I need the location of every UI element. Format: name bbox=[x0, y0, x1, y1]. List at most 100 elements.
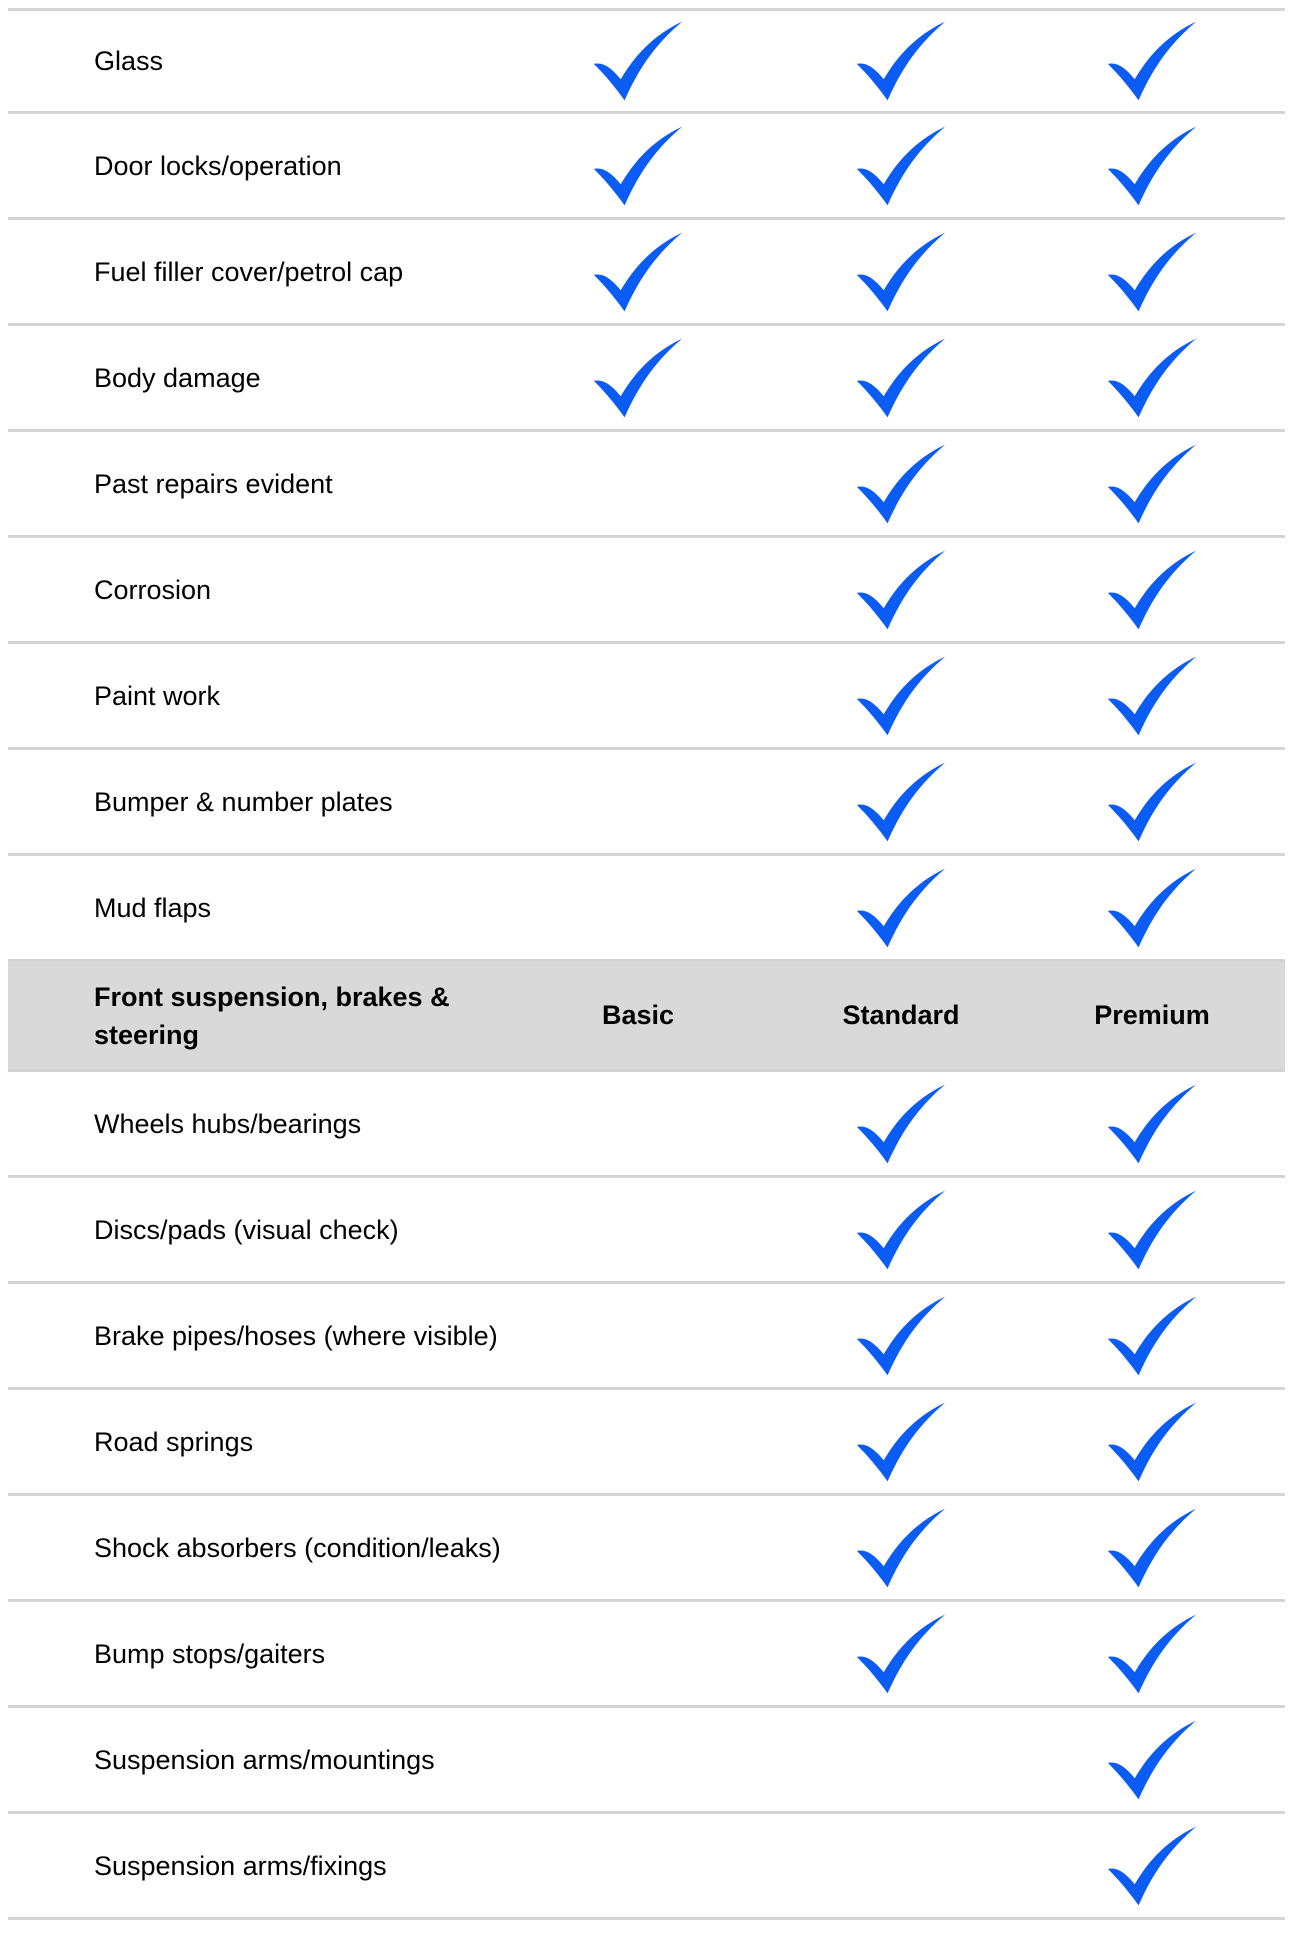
cell-premium bbox=[1052, 220, 1252, 323]
bodywork-section: Glass Door locks/operation Fuel filler cov… bbox=[8, 8, 1285, 962]
row-label: Corrosion bbox=[94, 574, 212, 605]
cell-standard bbox=[801, 432, 1001, 535]
checkmark-icon bbox=[1107, 1508, 1197, 1587]
table-row: Road springs bbox=[8, 1390, 1285, 1496]
checkmark-icon bbox=[1107, 868, 1197, 947]
checkmark-icon bbox=[1107, 656, 1197, 735]
cell-standard bbox=[801, 1072, 1001, 1175]
checkmark-icon bbox=[856, 338, 946, 417]
table-row: Paint work bbox=[8, 644, 1285, 750]
cell-premium bbox=[1052, 1072, 1252, 1175]
cell-premium bbox=[1052, 644, 1252, 747]
cell-standard bbox=[801, 1496, 1001, 1599]
cell-premium bbox=[1052, 1814, 1252, 1917]
table-row: Fuel filler cover/petrol cap bbox=[8, 220, 1285, 326]
table-row: Shock absorbers (condition/leaks) bbox=[8, 1496, 1285, 1602]
section-title: Front suspension, brakes & steering bbox=[94, 981, 450, 1050]
checkmark-icon bbox=[856, 868, 946, 947]
cell-standard bbox=[801, 326, 1001, 429]
cell-standard bbox=[801, 1284, 1001, 1387]
checkmark-icon bbox=[856, 550, 946, 629]
checkmark-icon bbox=[1107, 1084, 1197, 1163]
cell-premium bbox=[1052, 432, 1252, 535]
cell-basic bbox=[538, 114, 738, 217]
checkmark-icon bbox=[856, 1084, 946, 1163]
cell-basic bbox=[538, 750, 738, 853]
cell-basic bbox=[538, 1496, 738, 1599]
row-label: Body damage bbox=[94, 362, 261, 393]
checkmark-icon bbox=[856, 762, 946, 841]
row-label: Glass bbox=[94, 46, 164, 76]
cell-standard bbox=[801, 220, 1001, 323]
cell-basic bbox=[538, 1072, 738, 1175]
cell-standard bbox=[801, 644, 1001, 747]
table-row: Discs/pads (visual check) bbox=[8, 1178, 1285, 1284]
cell-premium bbox=[1052, 114, 1252, 217]
checkmark-icon bbox=[856, 126, 946, 205]
cell-standard bbox=[801, 11, 1001, 111]
checkmark-icon bbox=[856, 1190, 946, 1269]
row-label: Bumper & number plates bbox=[94, 786, 393, 817]
cell-basic bbox=[538, 326, 738, 429]
checkmark-icon bbox=[1107, 126, 1197, 205]
cell-basic bbox=[538, 11, 738, 111]
cell-premium bbox=[1052, 1602, 1252, 1705]
checkmark-icon bbox=[1107, 232, 1197, 311]
cell-basic bbox=[538, 1390, 738, 1493]
column-header-premium: Premium bbox=[1094, 1000, 1210, 1030]
checkmark-icon bbox=[593, 21, 683, 101]
table-row: Bumper & number plates bbox=[8, 750, 1285, 856]
checkmark-icon bbox=[1107, 21, 1197, 101]
checkmark-icon bbox=[593, 126, 683, 205]
cell-premium bbox=[1052, 538, 1252, 641]
checkmark-icon bbox=[1107, 1296, 1197, 1375]
cell-standard bbox=[801, 1814, 1001, 1917]
checkmark-icon bbox=[593, 338, 683, 417]
cell-premium bbox=[1052, 11, 1252, 111]
checkmark-icon bbox=[1107, 1190, 1197, 1269]
checkmark-icon bbox=[856, 232, 946, 311]
row-label: Past repairs evident bbox=[94, 468, 333, 499]
row-label: Brake pipes/hoses (where visible) bbox=[94, 1320, 498, 1351]
checkmark-icon bbox=[1107, 1720, 1197, 1799]
checkmark-icon bbox=[1107, 550, 1197, 629]
row-label: Road springs bbox=[94, 1426, 254, 1457]
row-label: Bump stops/gaiters bbox=[94, 1638, 326, 1669]
cell-basic bbox=[538, 220, 738, 323]
cell-premium bbox=[1052, 856, 1252, 959]
cell-standard bbox=[801, 856, 1001, 959]
cell-basic bbox=[538, 644, 738, 747]
table-row: Corrosion bbox=[8, 538, 1285, 644]
row-label: Paint work bbox=[94, 680, 221, 711]
cell-basic bbox=[538, 1178, 738, 1281]
cell-standard bbox=[801, 1390, 1001, 1493]
cell-standard bbox=[801, 750, 1001, 853]
row-label: Fuel filler cover/petrol cap bbox=[94, 256, 404, 287]
table-row: Mud flaps bbox=[8, 856, 1285, 962]
cell-basic bbox=[538, 1814, 738, 1917]
cell-basic bbox=[538, 1602, 738, 1705]
cell-basic bbox=[538, 856, 738, 959]
cell-standard bbox=[801, 1708, 1001, 1811]
table-row: Wheels hubs/bearings bbox=[8, 1072, 1285, 1178]
table-row: Bump stops/gaiters bbox=[8, 1602, 1285, 1708]
cell-standard bbox=[801, 1602, 1001, 1705]
checkmark-icon bbox=[856, 444, 946, 523]
checkmark-icon bbox=[856, 1614, 946, 1693]
checkmark-icon bbox=[593, 232, 683, 311]
row-label: Mud flaps bbox=[94, 892, 212, 923]
cell-premium bbox=[1052, 1496, 1252, 1599]
cell-basic bbox=[538, 1284, 738, 1387]
checkmark-icon bbox=[856, 656, 946, 735]
table-row: Glass bbox=[8, 8, 1285, 114]
cell-premium bbox=[1052, 1708, 1252, 1811]
checkmark-icon bbox=[1107, 444, 1197, 523]
cell-standard bbox=[801, 538, 1001, 641]
column-header-standard: Standard bbox=[842, 1000, 960, 1030]
cell-premium bbox=[1052, 1390, 1252, 1493]
row-label: Suspension arms/fixings bbox=[94, 1850, 387, 1881]
checkmark-icon bbox=[1107, 1826, 1197, 1905]
checkmark-icon bbox=[1107, 1614, 1197, 1693]
table-row: Body damage bbox=[8, 326, 1285, 432]
row-label: Discs/pads (visual check) bbox=[94, 1214, 399, 1245]
